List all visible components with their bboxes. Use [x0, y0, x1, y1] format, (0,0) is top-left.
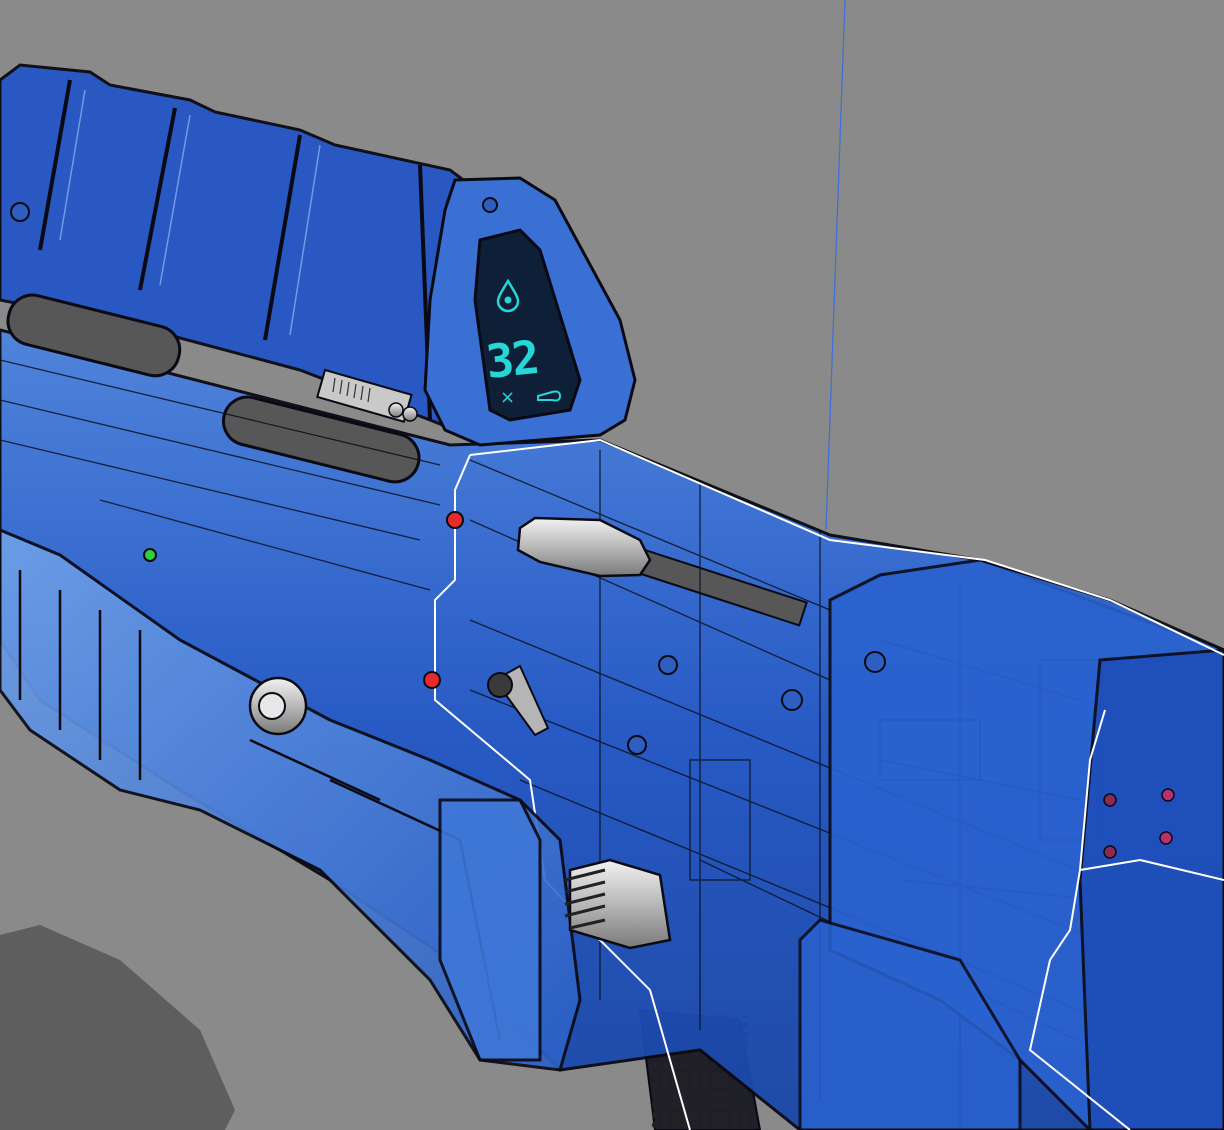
- rifle-render: 32 ×: [0, 0, 1224, 1130]
- axis-line: [825, 0, 846, 531]
- ground-shadow: [0, 925, 235, 1130]
- ammo-count: 32: [484, 330, 541, 389]
- viewport: 32 ×: [0, 0, 1224, 1130]
- green-screw: [143, 548, 157, 562]
- red-screw-1: [446, 511, 464, 529]
- ammo-multiplier: ×: [500, 387, 515, 408]
- red-screw-2: [423, 671, 441, 689]
